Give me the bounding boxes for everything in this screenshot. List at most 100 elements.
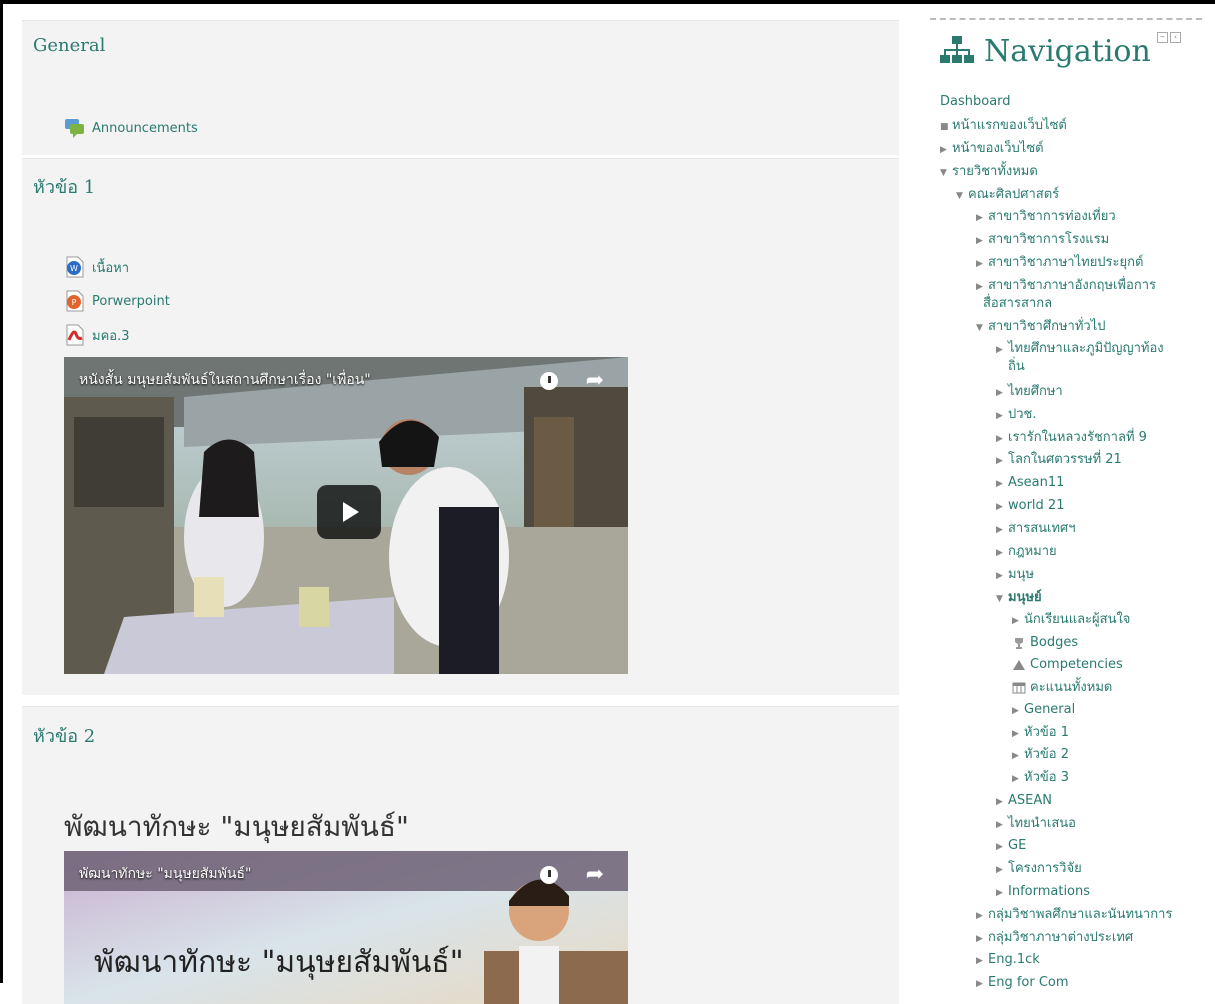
activity-label[interactable]: เนื้อหา (92, 257, 129, 278)
nav-item[interactable]: ▶ กฎหมาย (996, 544, 1057, 561)
nav-item-label[interactable]: Eng.1ck (988, 952, 1040, 967)
nav-item-label[interactable]: หัวข้อ 1 (1024, 725, 1069, 740)
activity-content-doc[interactable]: W เนื้อหา (64, 256, 129, 278)
nav-item[interactable]: สื่อสารสากล (983, 296, 1052, 312)
nav-item[interactable]: ▶ โครงการวิจัย (996, 861, 1082, 878)
play-button[interactable] (317, 485, 381, 539)
nav-item-label[interactable]: สาขาวิชาภาษาไทยประยุกต์ (988, 255, 1143, 270)
collapse-icon[interactable]: − (1157, 32, 1168, 43)
nav-item-label[interactable]: กลุ่มวิชาภาษาต่างประเทศ (988, 930, 1133, 945)
nav-item[interactable]: ▶ สาขาวิชาการท่องเที่ยว (976, 209, 1116, 226)
nav-item-label[interactable]: มนุษย์ (1008, 590, 1042, 605)
nav-item-label[interactable]: สื่อสารสากล (983, 296, 1052, 311)
nav-item-label[interactable]: หน้าของเว็บไซต์ (952, 141, 1044, 156)
nav-item[interactable]: ▶ ASEAN (996, 793, 1052, 810)
dock-icon[interactable]: ‹ (1170, 32, 1181, 43)
share-icon[interactable]: ➦ (586, 370, 604, 392)
nav-item[interactable]: ▶ General (1012, 702, 1075, 719)
nav-item[interactable]: ▶ world 21 (996, 498, 1064, 515)
nav-item[interactable]: ▶ สารสนเทศฯ (996, 521, 1076, 538)
video-embed-2[interactable]: พัฒนาทักษะ "มนุษยสัมพันธ์" ➦ พัฒนาทักษะ … (64, 851, 628, 1004)
nav-item-label[interactable]: GE (1008, 838, 1026, 853)
nav-item[interactable]: Dashboard (940, 94, 1011, 110)
watch-later-icon[interactable] (540, 866, 558, 884)
nav-item-label[interactable]: สารสนเทศฯ (1008, 521, 1076, 536)
activity-label[interactable]: มคอ.3 (92, 325, 129, 346)
nav-item-label[interactable]: สาขาวิชาการโรงแรม (988, 232, 1109, 247)
nav-item-label[interactable]: ASEAN (1008, 793, 1052, 808)
nav-item[interactable]: ▶ Asean11 (996, 475, 1064, 492)
activity-label[interactable]: Porwerpoint (92, 294, 170, 309)
nav-item-label[interactable]: นักเรียนและผู้สนใจ (1024, 612, 1130, 627)
video-embed[interactable]: หนังสั้น มนุษยสัมพันธ์ในสถานศึกษาเรื่อง … (64, 357, 628, 674)
nav-item[interactable]: ▶ หัวข้อ 2 (1012, 747, 1069, 764)
video-title[interactable]: พัฒนาทักษะ "มนุษยสัมพันธ์" (79, 863, 251, 885)
watch-later-icon[interactable] (540, 372, 558, 390)
nav-item[interactable]: ▼ รายวิชาทั้งหมด (940, 164, 1038, 181)
nav-item[interactable]: ถิ่น (1008, 359, 1025, 375)
nav-item[interactable]: ▶ หัวข้อ 3 (1012, 770, 1069, 787)
nav-item[interactable]: ▶ ไทยนำเสนอ (996, 816, 1076, 833)
nav-item-label[interactable]: กฎหมาย (1008, 544, 1057, 559)
nav-item-label[interactable]: ไทยศึกษาและภูมิปัญญาท้อง (1008, 341, 1164, 356)
section-title[interactable]: General (33, 35, 105, 56)
nav-item[interactable]: ▼ สาขาวิชาศึกษาทั่วไป (976, 319, 1106, 336)
nav-item-label[interactable]: Competencies (1030, 657, 1123, 672)
nav-item[interactable]: ■ หน้าแรกของเว็บไซต์ (940, 118, 1067, 135)
nav-item-label[interactable]: สาขาวิชาการท่องเที่ยว (988, 209, 1116, 224)
nav-item-label[interactable]: มนุษ (1008, 567, 1034, 582)
nav-item[interactable]: ▶ หัวข้อ 1 (1012, 725, 1069, 742)
nav-item[interactable]: ▶ ไทยศึกษา (996, 384, 1063, 401)
nav-item-label[interactable]: หน้าแรกของเว็บไซต์ (952, 118, 1067, 133)
nav-item-label[interactable]: General (1024, 702, 1075, 717)
activity-announcements[interactable]: Announcements (64, 117, 198, 139)
nav-item-label[interactable]: สาขาวิชาภาษาอังกฤษเพื่อการ (988, 278, 1156, 293)
section-title[interactable]: หัวข้อ 2 (33, 721, 95, 750)
nav-item-label[interactable]: เรารักในหลวงรัชกาลที่ 9 (1008, 430, 1147, 445)
activity-powerpoint[interactable]: P Porwerpoint (64, 290, 170, 312)
nav-item-label[interactable]: ถิ่น (1008, 359, 1025, 374)
nav-item-label[interactable]: ไทยนำเสนอ (1008, 816, 1076, 831)
nav-item[interactable]: ▶ GE (996, 838, 1026, 855)
nav-item[interactable]: ▶ นักเรียนและผู้สนใจ (1012, 612, 1130, 629)
nav-item[interactable]: ▼ มนุษย์ (996, 590, 1042, 607)
nav-item-label[interactable]: Informations (1008, 884, 1090, 899)
nav-item-label[interactable]: คณะศิลปศาสตร์ (968, 187, 1059, 202)
nav-item[interactable]: Bodges (1012, 635, 1078, 651)
video-title[interactable]: หนังสั้น มนุษยสัมพันธ์ในสถานศึกษาเรื่อง … (79, 369, 371, 391)
nav-item-label[interactable]: โครงการวิจัย (1008, 861, 1082, 876)
nav-item-label[interactable]: Asean11 (1008, 475, 1064, 490)
nav-item-label[interactable]: สาขาวิชาศึกษาทั่วไป (988, 319, 1106, 334)
nav-item-label[interactable]: Bodges (1030, 635, 1078, 650)
nav-item-label[interactable]: ไทยศึกษา (1008, 384, 1063, 399)
nav-item-label[interactable]: รายวิชาทั้งหมด (952, 164, 1038, 179)
nav-item-label[interactable]: หัวข้อ 3 (1024, 770, 1069, 785)
nav-item-label[interactable]: โลกในศตวรรษที่ 21 (1008, 452, 1122, 467)
nav-item[interactable]: ▶ สาขาวิชาภาษาไทยประยุกต์ (976, 255, 1143, 272)
nav-item[interactable]: ▶ เรารักในหลวงรัชกาลที่ 9 (996, 430, 1147, 447)
nav-item[interactable]: ▶ กลุ่มวิชาพลศึกษาและนันทนาการ (976, 907, 1172, 924)
section-title[interactable]: หัวข้อ 1 (33, 172, 95, 201)
nav-item[interactable]: ▼ คณะศิลปศาสตร์ (956, 187, 1059, 204)
nav-item-label[interactable]: หัวข้อ 2 (1024, 747, 1069, 762)
nav-item[interactable]: ▶ โลกในศตวรรษที่ 21 (996, 452, 1122, 469)
nav-item-label[interactable]: Dashboard (940, 94, 1011, 109)
nav-item[interactable]: ▶ Eng.1ck (976, 952, 1040, 969)
nav-item[interactable]: ▶ Informations (996, 884, 1090, 901)
nav-item[interactable]: ▶ ปวช. (996, 407, 1037, 424)
nav-item[interactable]: คะแนนทั้งหมด (1012, 680, 1112, 696)
nav-item[interactable]: ▶ กลุ่มวิชาภาษาต่างประเทศ (976, 930, 1133, 947)
nav-item-label[interactable]: กลุ่มวิชาพลศึกษาและนันทนาการ (988, 907, 1172, 922)
nav-item[interactable]: ▶ มนุษ (996, 567, 1034, 584)
nav-item[interactable]: ▶ หน้าของเว็บไซต์ (940, 141, 1044, 158)
nav-item[interactable]: ▶ สาขาวิชาการโรงแรม (976, 232, 1109, 249)
nav-item[interactable]: ▶ สาขาวิชาภาษาอังกฤษเพื่อการ (976, 278, 1156, 295)
activity-pdf[interactable]: มคอ.3 (64, 324, 129, 346)
nav-item-label[interactable]: ปวช. (1008, 407, 1037, 422)
nav-item[interactable]: ▶ ไทยศึกษาและภูมิปัญญาท้อง (996, 341, 1164, 358)
nav-item[interactable]: Competencies (1012, 657, 1123, 673)
nav-item[interactable]: ▶ Eng for Com (976, 975, 1069, 992)
share-icon[interactable]: ➦ (586, 864, 604, 886)
activity-label[interactable]: Announcements (92, 121, 198, 136)
nav-item-label[interactable]: คะแนนทั้งหมด (1030, 680, 1112, 695)
